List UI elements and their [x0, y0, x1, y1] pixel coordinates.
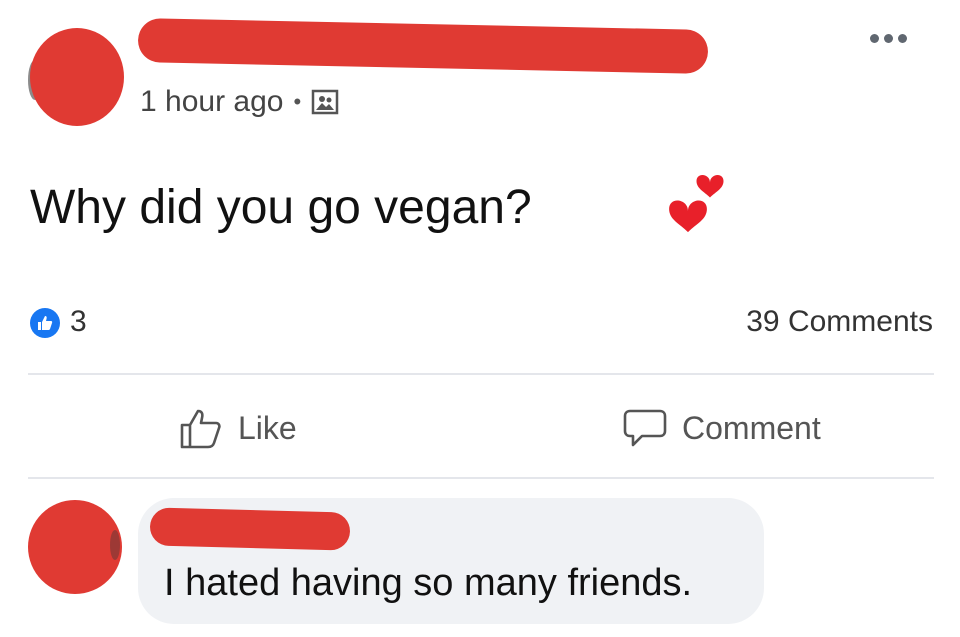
like-button-label: Like [238, 409, 297, 446]
post-text: Why did you go vegan? [30, 181, 532, 234]
avatar-edge [110, 530, 120, 560]
comment-author-avatar[interactable] [28, 500, 122, 594]
comment-author-name-redacted[interactable] [149, 507, 351, 551]
comments-count[interactable]: 39 Comments [746, 305, 933, 339]
more-options-icon[interactable] [870, 34, 907, 43]
comment-button[interactable]: Comment [622, 400, 821, 456]
post-author-avatar[interactable] [30, 28, 124, 126]
like-reaction-icon[interactable] [30, 308, 60, 338]
post-timestamp[interactable]: 1 hour ago [140, 85, 283, 119]
like-button[interactable]: Like [178, 400, 297, 456]
post-author-name-redacted[interactable] [137, 18, 709, 74]
photo-icon [311, 89, 339, 115]
comment-text: I hated having so many friends. [164, 562, 693, 604]
thumbs-up-icon [180, 409, 221, 449]
comment-icon [623, 409, 667, 447]
post-meta: 1 hour ago • [140, 84, 339, 120]
meta-separator: • [293, 89, 302, 114]
divider [28, 477, 934, 479]
comment-button-label: Comment [682, 409, 821, 446]
two-hearts-icon [669, 174, 724, 233]
like-count[interactable]: 3 [70, 305, 87, 339]
divider [28, 373, 934, 375]
